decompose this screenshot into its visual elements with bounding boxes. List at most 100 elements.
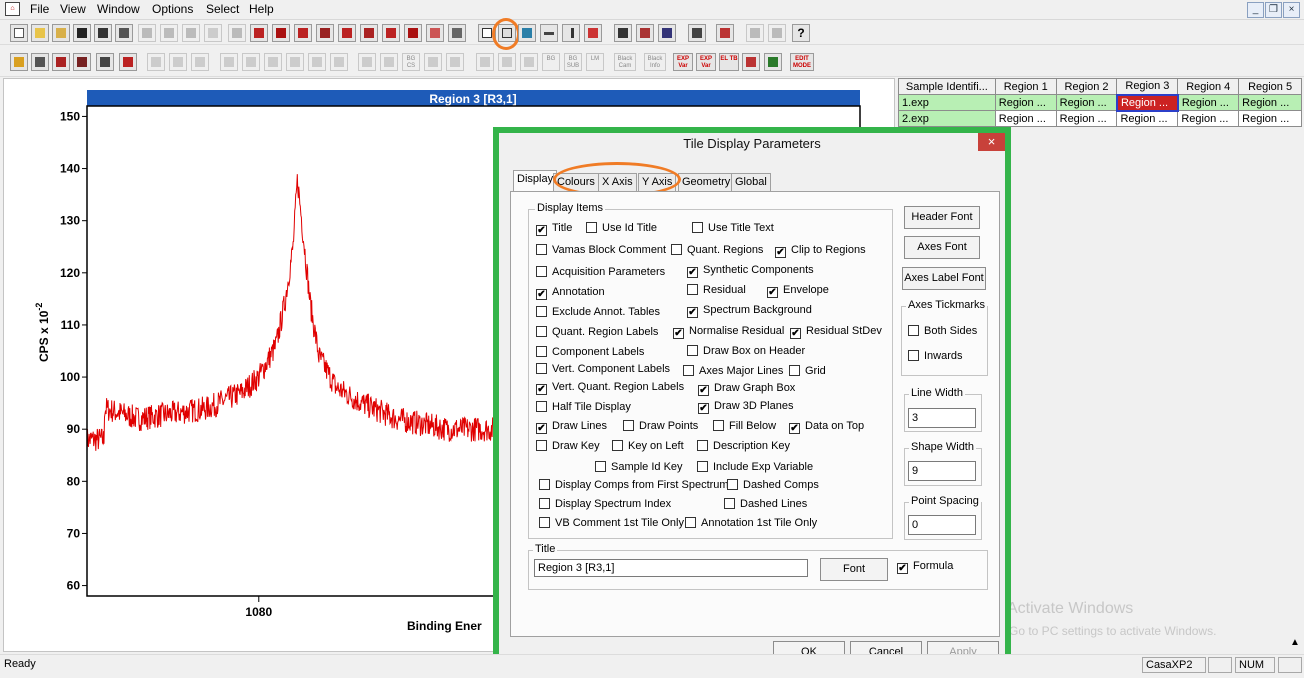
chk-dashed-comps[interactable]: Dashed Comps: [727, 479, 819, 492]
table-cell[interactable]: 1.exp: [898, 94, 996, 111]
close-icon[interactable]: ×: [1283, 2, 1300, 18]
table-cell-selected[interactable]: Region ...: [1115, 93, 1179, 112]
exp-var-2-button[interactable]: EXP Var: [696, 53, 716, 71]
red-disk-2-icon[interactable]: [272, 24, 290, 42]
menu-select[interactable]: Select: [206, 2, 239, 16]
chk-annotation-1st-tile-only[interactable]: Annotation 1st Tile Only: [685, 517, 817, 530]
restore-icon[interactable]: ❐: [1265, 2, 1282, 18]
chk-exclude-annot-tables[interactable]: Exclude Annot. Tables: [536, 306, 660, 319]
chk-vamas-block-comment[interactable]: Vamas Block Comment: [536, 244, 666, 257]
peak-4-icon[interactable]: [286, 53, 304, 71]
scissors-icon[interactable]: [716, 24, 734, 42]
chk-draw-3d-planes[interactable]: ✔ Draw 3D Planes: [698, 400, 793, 414]
table-cell[interactable]: Region ...: [994, 94, 1057, 111]
header-font-button[interactable]: Header Font: [904, 206, 980, 229]
chk-draw-lines[interactable]: ✔ Draw Lines: [536, 420, 607, 434]
menu-view[interactable]: View: [60, 2, 86, 16]
tile-2-icon[interactable]: [31, 53, 49, 71]
preview-icon[interactable]: [658, 24, 676, 42]
bg-icon[interactable]: BG: [542, 53, 560, 71]
chk-use-id-title[interactable]: Use Id Title: [586, 222, 657, 235]
person-icon[interactable]: [764, 53, 782, 71]
chk-vb-comment-1st-tile-only[interactable]: VB Comment 1st Tile Only: [539, 517, 684, 530]
tile-3-icon[interactable]: [52, 53, 70, 71]
checkbox-checked-icon[interactable]: ✔: [536, 225, 547, 236]
bg-cs-icon[interactable]: BG CS: [402, 53, 420, 71]
chk-clip-to-regions[interactable]: ✔ Clip to Regions: [775, 244, 866, 258]
menu-options[interactable]: Options: [152, 2, 193, 16]
chk-draw-graph-box[interactable]: ✔ Draw Graph Box: [698, 382, 795, 396]
duplicate-disabled-icon[interactable]: [182, 24, 200, 42]
page-disabled-icon[interactable]: [204, 24, 222, 42]
chk-normalise-residual[interactable]: ✔ Normalise Residual: [673, 325, 784, 339]
print-setup-icon[interactable]: [636, 24, 654, 42]
dialog-close-icon[interactable]: ×: [978, 133, 1005, 151]
scroll-up-icon[interactable]: ▲: [1290, 637, 1300, 648]
table-cell[interactable]: 2.exp: [898, 110, 996, 127]
chk-half-tile-display[interactable]: Half Tile Display: [536, 401, 631, 414]
chk-quant-regions[interactable]: Quant. Regions: [671, 244, 763, 257]
book-icon[interactable]: [426, 24, 444, 42]
chk-residual-stdev[interactable]: ✔ Residual StDev: [790, 325, 882, 339]
table-cell[interactable]: Region ...: [1055, 94, 1118, 111]
zoom-right-icon[interactable]: [147, 53, 165, 71]
tile-4-icon[interactable]: [73, 53, 91, 71]
shape-width-input[interactable]: 9: [908, 461, 976, 481]
zoom-left-icon[interactable]: [169, 53, 187, 71]
tile-5-icon[interactable]: [96, 53, 114, 71]
peak-fit-icon[interactable]: [424, 53, 442, 71]
red-disk-8-icon[interactable]: [404, 24, 422, 42]
peak-6-icon[interactable]: [330, 53, 348, 71]
peak-1-icon[interactable]: [220, 53, 238, 71]
red-disk-4-icon[interactable]: [316, 24, 334, 42]
menu-window[interactable]: Window: [97, 2, 140, 16]
col-sample-id[interactable]: Sample Identifi...: [898, 78, 996, 95]
chk-component-labels[interactable]: Component Labels: [536, 346, 644, 359]
chart-tool-icon[interactable]: [584, 24, 602, 42]
app-icon[interactable]: ⌂: [5, 2, 20, 16]
col-region-4[interactable]: Region 4: [1177, 78, 1240, 95]
chk-use-title-text[interactable]: Use Title Text: [692, 222, 774, 235]
red-disk-7-icon[interactable]: [382, 24, 400, 42]
chk-draw-points[interactable]: Draw Points: [623, 420, 698, 433]
chk-display-spectrum-index[interactable]: Display Spectrum Index: [539, 498, 671, 511]
axes-label-font-button[interactable]: Axes Label Font: [902, 267, 986, 290]
table-cell[interactable]: Region ...: [994, 110, 1057, 127]
chk-envelope[interactable]: ✔ Envelope: [767, 284, 829, 298]
table-row[interactable]: 1.exp Region ... Region ... Region ... R…: [898, 93, 1302, 112]
chk-data-on-top[interactable]: ✔ Data on Top: [789, 420, 864, 434]
axes-font-button[interactable]: Axes Font: [904, 236, 980, 259]
lm-icon[interactable]: LM: [586, 53, 604, 71]
save-icon[interactable]: [73, 24, 91, 42]
bar-icon[interactable]: [476, 53, 494, 71]
col-region-1[interactable]: Region 1: [994, 78, 1057, 95]
peak-5-icon[interactable]: [308, 53, 326, 71]
calculator-icon[interactable]: [688, 24, 706, 42]
line-width-input[interactable]: 3: [908, 408, 976, 428]
chk-vert-quant-region-labels[interactable]: ✔ Vert. Quant. Region Labels: [536, 381, 684, 395]
table-cell[interactable]: Region ...: [1177, 110, 1240, 127]
open-folder-icon[interactable]: [31, 24, 49, 42]
table-cell[interactable]: Region ...: [1177, 94, 1240, 111]
chk-vert-component-labels[interactable]: Vert. Component Labels: [536, 363, 670, 376]
menu-file[interactable]: File: [30, 2, 49, 16]
chk-annotation[interactable]: ✔ Annotation: [536, 286, 605, 300]
pencil-icon[interactable]: [562, 24, 580, 42]
chk-axes-major-lines[interactable]: Axes Major Lines: [683, 365, 783, 378]
chk-spectrum-background[interactable]: ✔ Spectrum Background: [687, 304, 812, 318]
region-icon[interactable]: [446, 53, 464, 71]
chk-acquisition-parameters[interactable]: Acquisition Parameters: [536, 266, 665, 279]
arrow-right-icon[interactable]: [540, 24, 558, 42]
table-cell[interactable]: Region ...: [1238, 94, 1302, 111]
tab-global[interactable]: Global: [731, 173, 771, 192]
point-spacing-input[interactable]: 0: [908, 515, 976, 535]
image-icon[interactable]: [518, 24, 536, 42]
new-file-icon[interactable]: [10, 24, 28, 42]
chk-both-sides[interactable]: Both Sides: [908, 325, 977, 338]
col-region-5[interactable]: Region 5: [1238, 78, 1302, 95]
black-cam-button[interactable]: Black Cam: [614, 53, 636, 71]
tab-display[interactable]: Display: [513, 170, 558, 192]
print-icon[interactable]: [614, 24, 632, 42]
table-cell[interactable]: Region ...: [1116, 110, 1179, 127]
chk-key-on-left[interactable]: Key on Left: [612, 440, 684, 453]
